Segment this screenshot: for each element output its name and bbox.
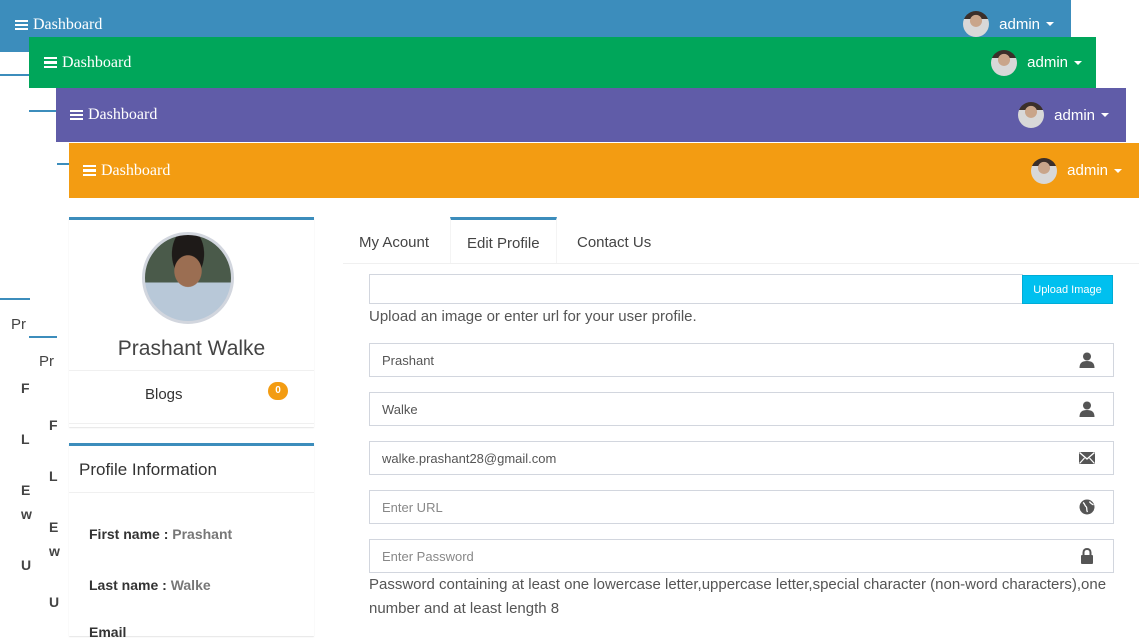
caret-down-icon <box>1101 113 1109 117</box>
first-name-value: Prashant <box>382 352 435 368</box>
background-letter: E <box>49 519 59 535</box>
globe-icon <box>1079 499 1095 515</box>
user-menu[interactable]: admin <box>1018 102 1109 128</box>
first-name-label: First name : <box>89 526 169 542</box>
background-divider <box>29 110 57 112</box>
profile-card: Prashant Walke Blogs 0 <box>69 217 314 427</box>
last-name-info: Last name : Walke <box>89 577 211 593</box>
lock-icon <box>1081 547 1093 564</box>
dashboard-toggle[interactable]: Dashboard <box>44 54 131 72</box>
background-letter: L <box>21 431 30 447</box>
hamburger-icon <box>15 19 28 31</box>
navbar-green: Dashboard admin <box>29 37 1096 88</box>
profile-tabs: My Acount Edit Profile Contact Us <box>343 217 1139 264</box>
user-menu[interactable]: admin <box>1031 157 1122 184</box>
dashboard-label: Dashboard <box>101 161 171 179</box>
upload-image-button[interactable]: Upload Image <box>1022 275 1113 304</box>
profile-photo <box>142 232 234 324</box>
upload-help-text: Upload an image or enter url for your us… <box>369 308 697 325</box>
user-icon <box>1079 401 1095 417</box>
image-url-input[interactable] <box>369 274 1023 304</box>
last-name-value: Walke <box>382 401 418 417</box>
caret-down-icon <box>1114 168 1122 173</box>
dashboard-toggle[interactable]: Dashboard <box>15 16 102 34</box>
background-divider <box>57 163 69 165</box>
background-letter: w <box>49 543 60 559</box>
user-name: admin <box>1027 54 1068 71</box>
background-divider <box>0 298 30 300</box>
background-text: Pr <box>39 353 54 370</box>
background-letter: E <box>21 482 31 498</box>
dashboard-toggle[interactable]: Dashboard <box>83 162 170 180</box>
user-menu[interactable]: admin <box>963 11 1054 37</box>
hamburger-icon <box>83 165 96 176</box>
profile-name: Prashant Walke <box>117 337 266 360</box>
tab-edit-profile[interactable]: Edit Profile <box>450 217 557 263</box>
email-label: Email <box>89 624 127 640</box>
last-name-field[interactable]: Walke <box>369 392 1114 426</box>
background-letter: F <box>49 417 58 433</box>
password-help-text: Password containing at least one lowerca… <box>369 576 1107 617</box>
background-letter: F <box>21 380 30 396</box>
user-icon <box>1079 352 1095 368</box>
envelope-icon <box>1079 451 1095 464</box>
last-name-value: Walke <box>170 577 211 593</box>
blogs-item[interactable]: Blogs 0 <box>69 370 314 424</box>
dashboard-label: Dashboard <box>62 53 132 71</box>
profile-information-title: Profile Information <box>79 460 217 479</box>
caret-down-icon <box>1074 60 1082 65</box>
dashboard-label: Dashboard <box>33 16 103 33</box>
divider <box>69 492 314 493</box>
dashboard-label: Dashboard <box>88 106 158 123</box>
hamburger-icon <box>70 109 83 121</box>
caret-down-icon <box>1046 22 1054 26</box>
url-field[interactable]: Enter URL <box>369 490 1114 524</box>
background-divider <box>29 336 57 338</box>
profile-information-box: Profile Information First name : Prashan… <box>69 443 314 640</box>
hamburger-icon <box>44 57 57 68</box>
first-name-value: Prashant <box>172 526 233 542</box>
user-name: admin <box>999 15 1040 33</box>
avatar <box>1018 102 1045 128</box>
background-text: Pr <box>11 316 26 333</box>
avatar <box>963 11 990 37</box>
user-name: admin <box>1054 106 1095 124</box>
password-placeholder: Enter Password <box>382 548 474 564</box>
avatar <box>991 49 1018 76</box>
email-info: Email <box>89 624 126 640</box>
last-name-label: Last name : <box>89 577 167 593</box>
first-name-info: First name : Prashant <box>89 526 232 542</box>
user-menu[interactable]: admin <box>991 49 1082 76</box>
background-letter: L <box>49 468 58 484</box>
avatar <box>1031 157 1058 184</box>
url-placeholder: Enter URL <box>382 499 443 515</box>
background-letter: U <box>21 557 32 573</box>
tab-my-account[interactable]: My Acount <box>343 217 445 263</box>
background-letter: w <box>21 506 32 522</box>
background-divider <box>0 74 30 76</box>
user-name: admin <box>1067 162 1108 179</box>
email-field[interactable]: walke.prashant28@gmail.com <box>369 441 1114 475</box>
email-value: walke.prashant28@gmail.com <box>382 450 557 466</box>
blogs-count-badge: 0 <box>268 382 288 400</box>
dashboard-toggle[interactable]: Dashboard <box>70 106 157 124</box>
first-name-field[interactable]: Prashant <box>369 343 1114 377</box>
password-field[interactable]: Enter Password <box>369 539 1114 573</box>
background-letter: U <box>49 594 60 610</box>
tab-contact-us[interactable]: Contact Us <box>561 217 667 263</box>
navbar-orange: Dashboard admin <box>69 143 1139 198</box>
blogs-label: Blogs <box>145 386 183 403</box>
navbar-purple: Dashboard admin <box>56 88 1126 142</box>
